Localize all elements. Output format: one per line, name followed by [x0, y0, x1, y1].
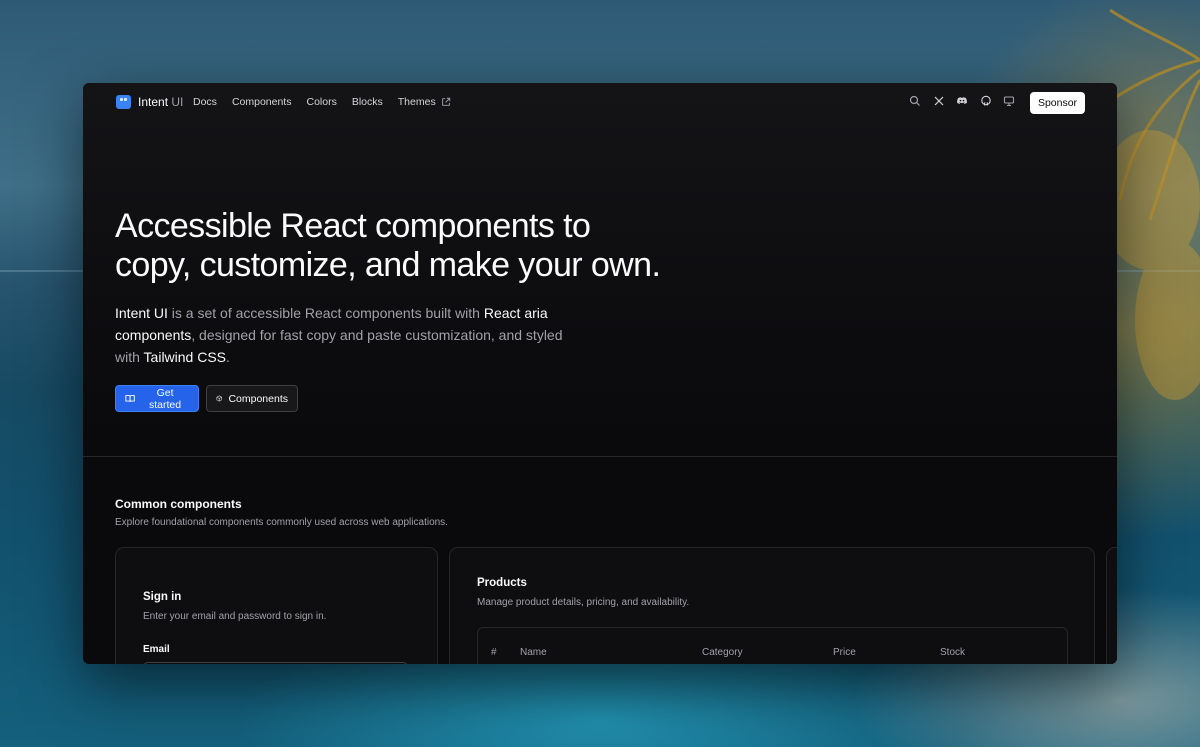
x-icon[interactable]	[933, 95, 945, 107]
external-link-icon	[441, 97, 450, 106]
top-nav: Intent UI Docs Components Colors Blocks …	[83, 83, 1117, 123]
products-card: Products Manage product details, pricing…	[449, 547, 1095, 664]
hero-title-line1: Accessible React components to	[115, 207, 591, 245]
column-header-name[interactable]: Name	[520, 647, 547, 658]
column-header-category[interactable]: Category	[702, 647, 743, 658]
hero-description: Intent UI is a set of accessible React c…	[115, 302, 585, 368]
hero-actions: Get started Components	[115, 385, 298, 412]
cube-icon	[216, 395, 222, 402]
nav-link-components[interactable]: Components	[232, 96, 292, 108]
brand-logo[interactable]: Intent UI	[116, 95, 183, 109]
hero-desc-period: .	[226, 349, 230, 365]
email-label: Email	[143, 644, 170, 655]
discord-icon[interactable]	[956, 95, 968, 107]
email-field[interactable]	[143, 662, 408, 664]
nav-links: Docs Components Colors Blocks Themes	[193, 96, 466, 108]
sponsor-button[interactable]: Sponsor	[1030, 92, 1085, 114]
get-started-button[interactable]: Get started	[115, 385, 199, 412]
hero-desc-text: is a set of accessible React components …	[167, 305, 484, 321]
nav-link-themes-label: Themes	[397, 96, 436, 108]
hero-desc-brand: Intent UI	[115, 305, 168, 321]
hero-title: Accessible React components to copy, cus…	[115, 207, 675, 285]
nav-link-themes[interactable]: Themes	[398, 96, 451, 108]
nav-link-docs[interactable]: Docs	[193, 96, 217, 108]
signin-card: Sign in Enter your email and password to…	[115, 547, 438, 664]
brand-name: Intent UI	[138, 95, 184, 109]
get-started-label: Get started	[149, 386, 182, 411]
next-card-peek	[1106, 547, 1117, 664]
nav-link-blocks[interactable]: Blocks	[352, 96, 383, 108]
section-subtitle: Explore foundational components commonly…	[115, 517, 448, 528]
tailwind-link[interactable]: Tailwind CSS	[144, 349, 226, 365]
book-icon	[125, 395, 135, 402]
column-header-index[interactable]: #	[491, 647, 497, 658]
products-subtitle: Manage product details, pricing, and ava…	[477, 597, 690, 608]
components-button[interactable]: Components	[206, 385, 298, 412]
monitor-icon[interactable]	[1003, 95, 1015, 107]
components-label: Components	[228, 392, 288, 405]
browser-window: Intent UI Docs Components Colors Blocks …	[83, 83, 1117, 664]
signin-title: Sign in	[143, 591, 182, 603]
products-table: # Name Category Price Stock	[477, 627, 1068, 664]
nav-link-colors[interactable]: Colors	[306, 96, 336, 108]
search-icon[interactable]	[909, 95, 921, 107]
hero-title-line2: copy, customize, and make your own.	[115, 246, 661, 284]
products-title: Products	[477, 577, 527, 589]
column-header-price[interactable]: Price	[833, 647, 856, 658]
column-header-stock[interactable]: Stock	[940, 647, 965, 658]
github-icon[interactable]	[980, 95, 992, 107]
logo-icon	[116, 95, 131, 109]
section-title: Common components	[115, 497, 242, 511]
nav-icon-group	[909, 95, 1027, 107]
signin-subtitle: Enter your email and password to sign in…	[143, 611, 327, 622]
